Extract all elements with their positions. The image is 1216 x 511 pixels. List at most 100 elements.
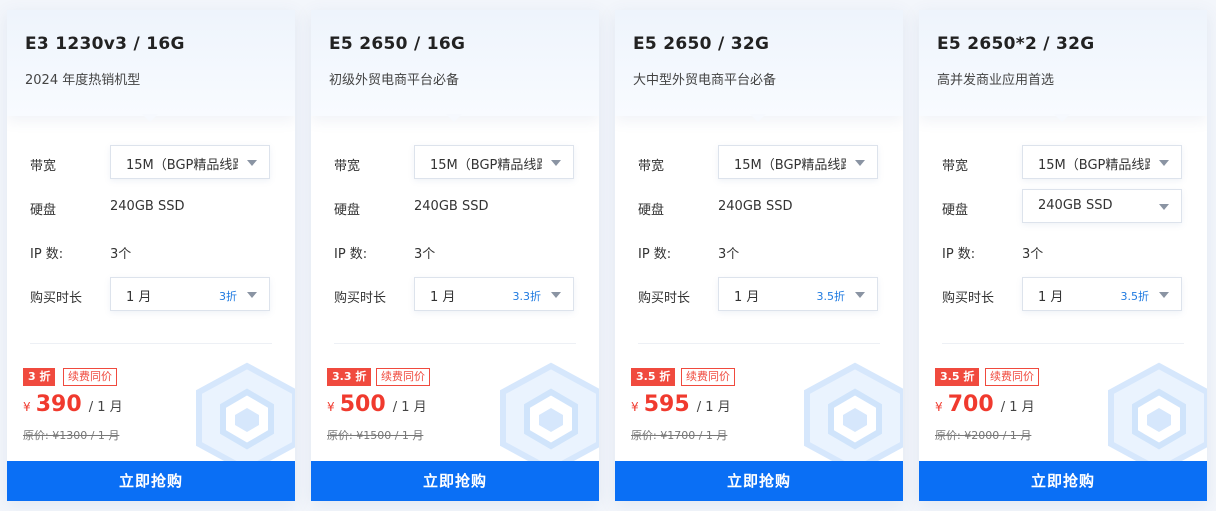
duration-select[interactable]: 1 月 3.3折 bbox=[414, 277, 574, 311]
bandwidth-label: 带宽 bbox=[638, 159, 665, 174]
price-amount: 500 bbox=[339, 392, 386, 417]
card-title: E5 2650 / 32G bbox=[633, 34, 770, 54]
disk-value: 240GB SSD bbox=[110, 199, 185, 214]
card-subtitle: 大中型外贸电商平台必备 bbox=[633, 73, 777, 88]
divider bbox=[30, 343, 272, 344]
duration-label: 购买时长 bbox=[334, 291, 387, 306]
chevron-down-icon bbox=[551, 292, 561, 298]
disk-value: 240GB SSD bbox=[718, 199, 793, 214]
buy-now-button[interactable]: 立即抢购 bbox=[615, 461, 903, 501]
bandwidth-value: 15M（BGP精品线路） bbox=[734, 158, 846, 173]
disk-label: 硬盘 bbox=[942, 203, 969, 218]
original-price: 原价: ¥1300 / 1 月 bbox=[23, 429, 120, 442]
header-notch bbox=[142, 114, 158, 122]
price-period: / 1 月 bbox=[1000, 400, 1035, 415]
renew-same-price-tag: 续费同价 bbox=[63, 368, 117, 386]
price-amount: 595 bbox=[643, 392, 690, 417]
bandwidth-value: 15M（BGP精品线路） bbox=[126, 158, 238, 173]
duration-select[interactable]: 1 月 3.5折 bbox=[718, 277, 878, 311]
price: ¥ 500 / 1 月 bbox=[327, 392, 427, 417]
ip-label: IP 数: bbox=[30, 247, 64, 262]
hexagon-watermark-icon bbox=[196, 362, 295, 472]
duration-label: 购买时长 bbox=[30, 291, 83, 306]
chevron-down-icon bbox=[855, 292, 865, 298]
card-subtitle: 2024 年度热销机型 bbox=[25, 73, 141, 88]
chevron-down-icon bbox=[1159, 160, 1169, 166]
bandwidth-select[interactable]: 15M（BGP精品线路） bbox=[1022, 145, 1182, 179]
chevron-down-icon bbox=[1159, 292, 1169, 298]
chevron-down-icon bbox=[551, 160, 561, 166]
card-header: E5 2650*2 / 32G 高并发商业应用首选 bbox=[919, 10, 1207, 122]
currency-symbol: ¥ bbox=[23, 400, 31, 414]
renew-same-price-tag: 续费同价 bbox=[985, 368, 1039, 386]
discount-badge: 3 折 bbox=[23, 368, 56, 386]
product-card: E3 1230v3 / 16G 2024 年度热销机型 带宽 15M（BGP精品… bbox=[7, 10, 295, 501]
buy-now-button[interactable]: 立即抢购 bbox=[311, 461, 599, 501]
hexagon-watermark-icon bbox=[804, 362, 903, 472]
card-title: E3 1230v3 / 16G bbox=[25, 34, 185, 54]
ip-label: IP 数: bbox=[334, 247, 368, 262]
product-card: E5 2650 / 16G 初级外贸电商平台必备 带宽 15M（BGP精品线路）… bbox=[311, 10, 599, 501]
disk-label: 硬盘 bbox=[638, 203, 665, 218]
header-notch bbox=[446, 114, 462, 122]
hexagon-watermark-icon bbox=[500, 362, 599, 472]
ip-label: IP 数: bbox=[638, 247, 672, 262]
price: ¥ 700 / 1 月 bbox=[935, 392, 1035, 417]
renew-same-price-tag: 续费同价 bbox=[376, 368, 430, 386]
duration-label: 购买时长 bbox=[638, 291, 691, 306]
disk-value: 240GB SSD bbox=[1038, 198, 1113, 213]
ip-value: 3个 bbox=[414, 247, 436, 262]
original-price: 原价: ¥2000 / 1 月 bbox=[935, 429, 1032, 442]
bandwidth-label: 带宽 bbox=[942, 159, 969, 174]
header-notch bbox=[750, 114, 766, 122]
ip-value: 3个 bbox=[110, 247, 132, 262]
bandwidth-label: 带宽 bbox=[334, 159, 361, 174]
card-title: E5 2650 / 16G bbox=[329, 34, 466, 54]
original-price: 原价: ¥1700 / 1 月 bbox=[631, 429, 728, 442]
price-period: / 1 月 bbox=[696, 400, 731, 415]
currency-symbol: ¥ bbox=[935, 400, 943, 414]
bandwidth-select[interactable]: 15M（BGP精品线路） bbox=[110, 145, 270, 179]
buy-now-button[interactable]: 立即抢购 bbox=[7, 461, 295, 501]
card-header: E3 1230v3 / 16G 2024 年度热销机型 bbox=[7, 10, 295, 122]
discount-badge: 3.5 折 bbox=[631, 368, 676, 386]
card-title: E5 2650*2 / 32G bbox=[937, 34, 1095, 54]
duration-discount: 3.5折 bbox=[1120, 290, 1150, 303]
renew-same-price-tag: 续费同价 bbox=[681, 368, 735, 386]
buy-now-button[interactable]: 立即抢购 bbox=[919, 461, 1207, 501]
product-card: E5 2650 / 32G 大中型外贸电商平台必备 带宽 15M（BGP精品线路… bbox=[615, 10, 903, 501]
header-notch bbox=[1054, 114, 1070, 122]
disk-select[interactable]: 240GB SSD bbox=[1022, 189, 1182, 223]
card-subtitle: 高并发商业应用首选 bbox=[937, 73, 1055, 88]
disk-label: 硬盘 bbox=[334, 203, 361, 218]
hexagon-watermark-icon bbox=[1108, 362, 1207, 472]
price: ¥ 595 / 1 月 bbox=[631, 392, 731, 417]
original-price: 原价: ¥1500 / 1 月 bbox=[327, 429, 424, 442]
duration-discount: 3折 bbox=[219, 290, 237, 303]
ip-value: 3个 bbox=[718, 247, 740, 262]
duration-discount: 3.3折 bbox=[512, 290, 542, 303]
duration-discount: 3.5折 bbox=[816, 290, 846, 303]
chevron-down-icon bbox=[247, 160, 257, 166]
currency-symbol: ¥ bbox=[631, 400, 639, 414]
price-period: / 1 月 bbox=[88, 400, 123, 415]
discount-badge: 3.3 折 bbox=[327, 368, 372, 386]
card-header: E5 2650 / 16G 初级外贸电商平台必备 bbox=[311, 10, 599, 122]
ip-value: 3个 bbox=[1022, 247, 1044, 262]
card-header: E5 2650 / 32G 大中型外贸电商平台必备 bbox=[615, 10, 903, 122]
ip-label: IP 数: bbox=[942, 247, 976, 262]
duration-select[interactable]: 1 月 3.5折 bbox=[1022, 277, 1182, 311]
bandwidth-select[interactable]: 15M（BGP精品线路） bbox=[718, 145, 878, 179]
divider bbox=[334, 343, 576, 344]
chevron-down-icon bbox=[247, 292, 257, 298]
divider bbox=[942, 343, 1184, 344]
disk-label: 硬盘 bbox=[30, 203, 57, 218]
discount-badge: 3.5 折 bbox=[935, 368, 980, 386]
duration-select[interactable]: 1 月 3折 bbox=[110, 277, 270, 311]
bandwidth-select[interactable]: 15M（BGP精品线路） bbox=[414, 145, 574, 179]
price-period: / 1 月 bbox=[392, 400, 427, 415]
bandwidth-value: 15M（BGP精品线路） bbox=[1038, 158, 1150, 173]
divider bbox=[638, 343, 880, 344]
chevron-down-icon bbox=[855, 160, 865, 166]
price-amount: 700 bbox=[947, 392, 994, 417]
